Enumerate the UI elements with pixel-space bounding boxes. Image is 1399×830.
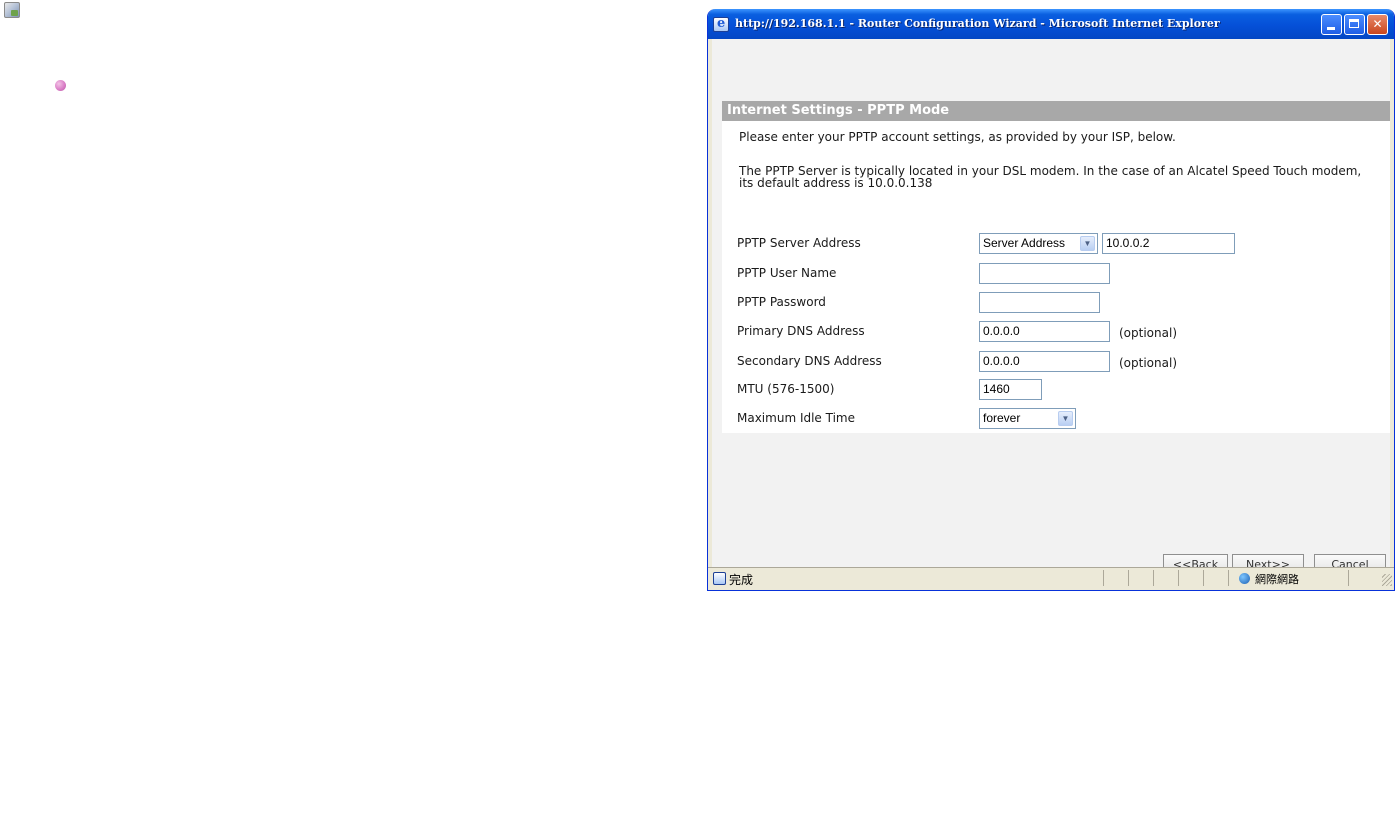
password-input[interactable]	[979, 292, 1100, 313]
resize-grip[interactable]	[1382, 574, 1392, 586]
password-label: PPTP Password	[737, 295, 826, 309]
status-divider	[1153, 570, 1154, 586]
status-bar: 完成 網際網路	[708, 567, 1394, 589]
pink-bullet-icon	[55, 80, 66, 91]
minimize-button[interactable]	[1321, 14, 1342, 35]
zone-text: 網際網路	[1255, 573, 1299, 586]
status-divider	[1103, 570, 1104, 586]
chevron-down-icon: ▼	[1080, 236, 1095, 251]
internet-zone-icon	[1239, 573, 1250, 584]
ie-icon	[713, 16, 729, 32]
mtu-label: MTU (576-1500)	[737, 382, 835, 396]
status-divider	[1348, 570, 1349, 586]
maximize-button[interactable]	[1344, 14, 1365, 35]
ie-page-icon	[713, 572, 726, 585]
server-address-mode-value: Server Address	[983, 236, 1066, 250]
secondary-dns-label: Secondary DNS Address	[737, 354, 882, 368]
primary-dns-input[interactable]: 0.0.0.0	[979, 321, 1110, 342]
status-divider	[1128, 570, 1129, 586]
server-address-mode-select[interactable]: Server Address ▼	[979, 233, 1098, 254]
intro-text: Please enter your PPTP account settings,…	[739, 130, 1176, 144]
section-title: Internet Settings - PPTP Mode	[722, 101, 1390, 121]
primary-dns-optional: (optional)	[1119, 326, 1177, 340]
window-title: http://192.168.1.1 - Router Configuratio…	[735, 17, 1220, 30]
idle-time-label: Maximum Idle Time	[737, 411, 855, 425]
close-button[interactable]: ✕	[1367, 14, 1388, 35]
status-divider	[1203, 570, 1204, 586]
user-name-input[interactable]	[979, 263, 1110, 284]
title-bar[interactable]: http://192.168.1.1 - Router Configuratio…	[708, 9, 1394, 39]
user-name-label: PPTP User Name	[737, 266, 837, 280]
status-text: 完成	[729, 573, 754, 587]
page-content: Internet Settings - PPTP Mode Please ent…	[712, 39, 1390, 576]
page-icon	[4, 2, 20, 18]
primary-dns-label: Primary DNS Address	[737, 324, 865, 338]
status-divider	[1228, 570, 1229, 586]
server-address-label: PPTP Server Address	[737, 236, 861, 250]
status-divider	[1178, 570, 1179, 586]
idle-time-value: forever	[983, 411, 1021, 425]
server-address-input[interactable]: 10.0.0.2	[1102, 233, 1235, 254]
idle-time-select[interactable]: forever ▼	[979, 408, 1076, 429]
settings-panel: Please enter your PPTP account settings,…	[722, 121, 1390, 433]
mtu-input[interactable]: 1460	[979, 379, 1042, 400]
chevron-down-icon: ▼	[1058, 411, 1073, 426]
secondary-dns-input[interactable]: 0.0.0.0	[979, 351, 1110, 372]
browser-window: http://192.168.1.1 - Router Configuratio…	[707, 9, 1395, 591]
secondary-dns-optional: (optional)	[1119, 356, 1177, 370]
pptp-note-text: The PPTP Server is typically located in …	[739, 164, 1362, 190]
